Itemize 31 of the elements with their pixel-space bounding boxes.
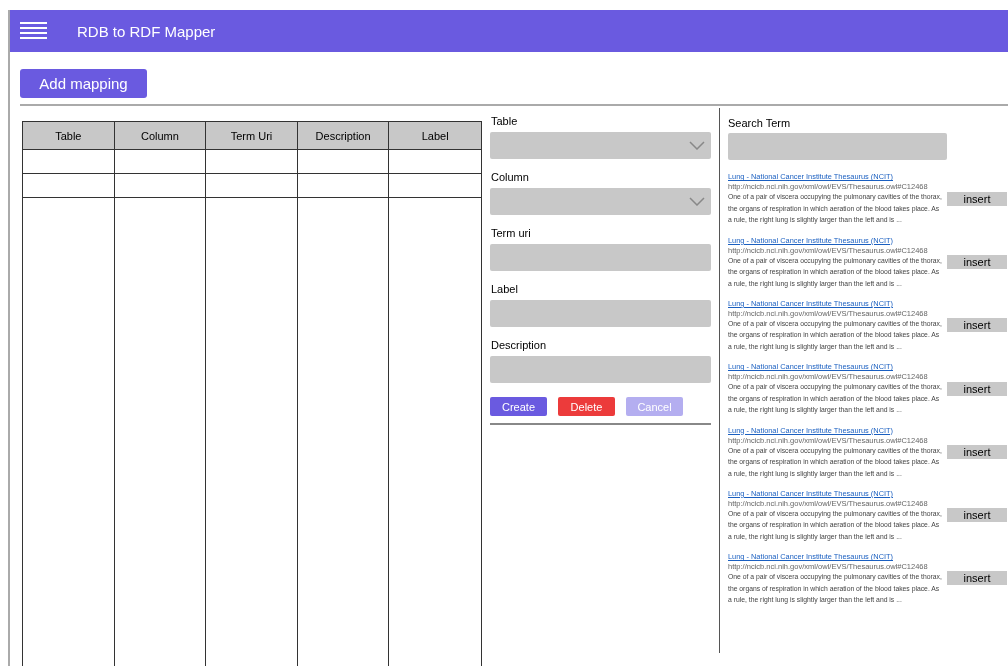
insert-button[interactable]: insert bbox=[947, 318, 1007, 333]
input-field[interactable] bbox=[490, 300, 711, 327]
field-label: Term uri bbox=[491, 227, 532, 239]
app-title: RDB to RDF Mapper bbox=[77, 22, 216, 40]
insert-button[interactable]: insert bbox=[947, 444, 1007, 459]
search-label: Search Term bbox=[728, 117, 792, 129]
column-header: Table bbox=[23, 122, 115, 149]
chevron-down-icon bbox=[689, 197, 705, 206]
form-button[interactable]: Create bbox=[490, 397, 547, 416]
input-field[interactable] bbox=[490, 356, 711, 383]
select-field[interactable] bbox=[490, 188, 711, 215]
insert-button[interactable]: insert bbox=[947, 508, 1007, 523]
field-label: Column bbox=[491, 171, 530, 183]
select-field[interactable] bbox=[490, 132, 711, 159]
field-label: Table bbox=[491, 115, 519, 127]
menu-icon[interactable] bbox=[20, 22, 47, 40]
input-field[interactable] bbox=[490, 244, 711, 271]
column-header: Label bbox=[420, 128, 450, 144]
insert-button[interactable]: insert bbox=[947, 571, 1007, 586]
column-header: Term Uri bbox=[206, 122, 298, 149]
column-header: Column bbox=[114, 122, 207, 149]
insert-button[interactable]: insert bbox=[947, 381, 1007, 396]
search-field[interactable] bbox=[728, 133, 947, 160]
column-header: Description bbox=[297, 122, 390, 149]
add-mapping-button[interactable]: Add mapping bbox=[20, 69, 147, 98]
field-label: Description bbox=[491, 339, 548, 351]
insert-button[interactable]: insert bbox=[947, 254, 1007, 269]
field-label: Label bbox=[491, 283, 519, 295]
form-button[interactable]: Delete bbox=[558, 397, 615, 416]
insert-button[interactable]: insert bbox=[947, 191, 1007, 206]
chevron-down-icon bbox=[689, 141, 705, 150]
